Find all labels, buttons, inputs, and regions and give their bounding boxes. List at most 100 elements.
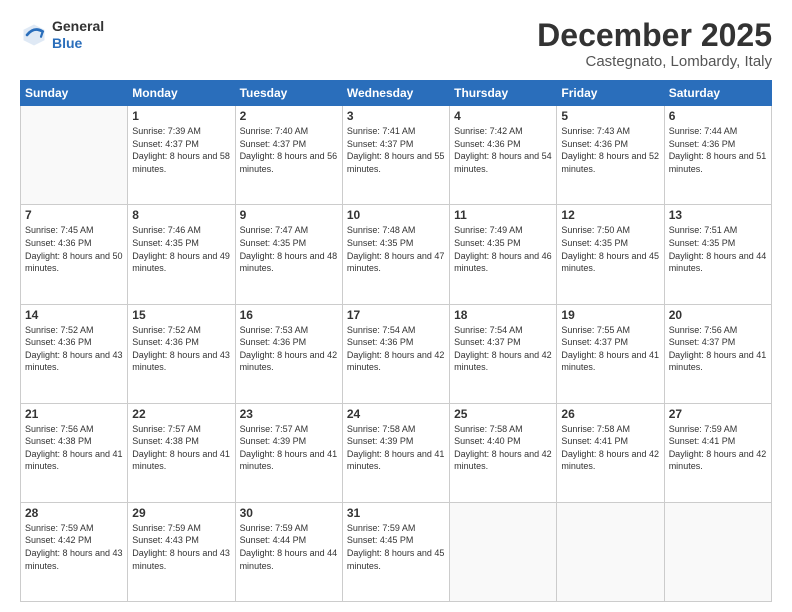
cell-content: Sunrise: 7:59 AMSunset: 4:45 PMDaylight:… — [347, 522, 445, 572]
day-cell: 19 Sunrise: 7:55 AMSunset: 4:37 PMDayligh… — [557, 304, 664, 403]
day-cell — [21, 106, 128, 205]
header-day-wednesday: Wednesday — [342, 81, 449, 106]
day-cell: 14 Sunrise: 7:52 AMSunset: 4:36 PMDayligh… — [21, 304, 128, 403]
day-number: 26 — [561, 407, 659, 421]
day-number: 11 — [454, 208, 552, 222]
cell-content: Sunrise: 7:42 AMSunset: 4:36 PMDaylight:… — [454, 125, 552, 175]
cell-content: Sunrise: 7:39 AMSunset: 4:37 PMDaylight:… — [132, 125, 230, 175]
day-number: 21 — [25, 407, 123, 421]
day-cell — [450, 502, 557, 601]
cell-content: Sunrise: 7:44 AMSunset: 4:36 PMDaylight:… — [669, 125, 767, 175]
day-number: 2 — [240, 109, 338, 123]
day-cell: 28Sunrise: 7:59 AMSunset: 4:42 PMDayligh… — [21, 502, 128, 601]
day-number: 14 — [25, 308, 123, 322]
cell-content: Sunrise: 7:41 AMSunset: 4:37 PMDaylight:… — [347, 125, 445, 175]
month-title: December 2025 — [537, 18, 772, 53]
cell-content: Sunrise: 7:46 AMSunset: 4:35 PMDaylight:… — [132, 224, 230, 274]
day-cell: 24 Sunrise: 7:58 AMSunset: 4:39 PMDayligh… — [342, 403, 449, 502]
cell-content: Sunrise: 7:49 AMSunset: 4:35 PMDaylight:… — [454, 224, 552, 274]
day-cell — [557, 502, 664, 601]
day-number: 3 — [347, 109, 445, 123]
day-number: 4 — [454, 109, 552, 123]
cell-content: Sunrise: 7:51 AMSunset: 4:35 PMDaylight:… — [669, 224, 767, 274]
week-row-1: 7 Sunrise: 7:45 AMSunset: 4:36 PMDaylight… — [21, 205, 772, 304]
header-day-sunday: Sunday — [21, 81, 128, 106]
day-number: 19 — [561, 308, 659, 322]
logo-general: General — [52, 18, 104, 35]
day-cell: 11 Sunrise: 7:49 AMSunset: 4:35 PMDayligh… — [450, 205, 557, 304]
cell-content: Sunrise: 7:55 AMSunset: 4:37 PMDaylight:… — [561, 324, 659, 374]
day-number: 20 — [669, 308, 767, 322]
page: General Blue December 2025 Castegnato, L… — [0, 0, 792, 612]
logo-text: General Blue — [52, 18, 104, 52]
cell-content: Sunrise: 7:43 AMSunset: 4:36 PMDaylight:… — [561, 125, 659, 175]
day-number: 17 — [347, 308, 445, 322]
day-cell: 21 Sunrise: 7:56 AMSunset: 4:38 PMDayligh… — [21, 403, 128, 502]
day-cell: 27Sunrise: 7:59 AMSunset: 4:41 PMDayligh… — [664, 403, 771, 502]
cell-content: Sunrise: 7:47 AMSunset: 4:35 PMDaylight:… — [240, 224, 338, 274]
day-cell: 29 Sunrise: 7:59 AMSunset: 4:43 PMDayligh… — [128, 502, 235, 601]
day-cell: 22 Sunrise: 7:57 AMSunset: 4:38 PMDayligh… — [128, 403, 235, 502]
cell-content: Sunrise: 7:59 AMSunset: 4:44 PMDaylight:… — [240, 522, 338, 572]
day-number: 15 — [132, 308, 230, 322]
cell-content: Sunrise: 7:57 AMSunset: 4:39 PMDaylight:… — [240, 423, 338, 473]
day-number: 24 — [347, 407, 445, 421]
day-cell: 15Sunrise: 7:52 AMSunset: 4:36 PMDayligh… — [128, 304, 235, 403]
cell-content: Sunrise: 7:59 AMSunset: 4:42 PMDaylight:… — [25, 522, 123, 572]
day-cell: 26 Sunrise: 7:58 AMSunset: 4:41 PMDayligh… — [557, 403, 664, 502]
day-cell: 18 Sunrise: 7:54 AMSunset: 4:37 PMDayligh… — [450, 304, 557, 403]
cell-content: Sunrise: 7:57 AMSunset: 4:38 PMDaylight:… — [132, 423, 230, 473]
cell-content: Sunrise: 7:52 AMSunset: 4:36 PMDaylight:… — [25, 324, 123, 374]
cell-content: Sunrise: 7:54 AMSunset: 4:36 PMDaylight:… — [347, 324, 445, 374]
day-number: 7 — [25, 208, 123, 222]
cell-content: Sunrise: 7:54 AMSunset: 4:37 PMDaylight:… — [454, 324, 552, 374]
day-cell: 20 Sunrise: 7:56 AMSunset: 4:37 PMDayligh… — [664, 304, 771, 403]
day-cell: 2Sunrise: 7:40 AMSunset: 4:37 PMDaylight… — [235, 106, 342, 205]
cell-content: Sunrise: 7:56 AMSunset: 4:38 PMDaylight:… — [25, 423, 123, 473]
cell-content: Sunrise: 7:58 AMSunset: 4:41 PMDaylight:… — [561, 423, 659, 473]
header-day-tuesday: Tuesday — [235, 81, 342, 106]
week-row-3: 21 Sunrise: 7:56 AMSunset: 4:38 PMDayligh… — [21, 403, 772, 502]
cell-content: Sunrise: 7:50 AMSunset: 4:35 PMDaylight:… — [561, 224, 659, 274]
day-number: 13 — [669, 208, 767, 222]
cell-content: Sunrise: 7:53 AMSunset: 4:36 PMDaylight:… — [240, 324, 338, 374]
header-day-saturday: Saturday — [664, 81, 771, 106]
title-block: December 2025 Castegnato, Lombardy, Ital… — [537, 18, 772, 70]
day-cell: 6 Sunrise: 7:44 AMSunset: 4:36 PMDaylight… — [664, 106, 771, 205]
cell-content: Sunrise: 7:45 AMSunset: 4:36 PMDaylight:… — [25, 224, 123, 274]
header-day-thursday: Thursday — [450, 81, 557, 106]
cell-content: Sunrise: 7:59 AMSunset: 4:41 PMDaylight:… — [669, 423, 767, 473]
cell-content: Sunrise: 7:56 AMSunset: 4:37 PMDaylight:… — [669, 324, 767, 374]
day-number: 12 — [561, 208, 659, 222]
day-number: 10 — [347, 208, 445, 222]
day-cell: 13 Sunrise: 7:51 AMSunset: 4:35 PMDayligh… — [664, 205, 771, 304]
day-cell: 16 Sunrise: 7:53 AMSunset: 4:36 PMDayligh… — [235, 304, 342, 403]
logo-blue: Blue — [52, 35, 104, 52]
day-number: 6 — [669, 109, 767, 123]
cell-content: Sunrise: 7:58 AMSunset: 4:39 PMDaylight:… — [347, 423, 445, 473]
logo: General Blue — [20, 18, 104, 52]
day-number: 31 — [347, 506, 445, 520]
day-number: 22 — [132, 407, 230, 421]
header-row: SundayMondayTuesdayWednesdayThursdayFrid… — [21, 81, 772, 106]
day-cell: 10 Sunrise: 7:48 AMSunset: 4:35 PMDayligh… — [342, 205, 449, 304]
day-number: 16 — [240, 308, 338, 322]
day-number: 29 — [132, 506, 230, 520]
day-number: 18 — [454, 308, 552, 322]
day-cell: 5Sunrise: 7:43 AMSunset: 4:36 PMDaylight… — [557, 106, 664, 205]
day-cell: 23Sunrise: 7:57 AMSunset: 4:39 PMDayligh… — [235, 403, 342, 502]
day-number: 30 — [240, 506, 338, 520]
header-day-monday: Monday — [128, 81, 235, 106]
day-cell: 1Sunrise: 7:39 AMSunset: 4:37 PMDaylight… — [128, 106, 235, 205]
header: General Blue December 2025 Castegnato, L… — [20, 18, 772, 70]
cell-content: Sunrise: 7:48 AMSunset: 4:35 PMDaylight:… — [347, 224, 445, 274]
day-cell: 7 Sunrise: 7:45 AMSunset: 4:36 PMDaylight… — [21, 205, 128, 304]
cell-content: Sunrise: 7:59 AMSunset: 4:43 PMDaylight:… — [132, 522, 230, 572]
location-title: Castegnato, Lombardy, Italy — [537, 53, 772, 70]
day-cell — [664, 502, 771, 601]
day-number: 8 — [132, 208, 230, 222]
week-row-2: 14 Sunrise: 7:52 AMSunset: 4:36 PMDayligh… — [21, 304, 772, 403]
day-cell: 4 Sunrise: 7:42 AMSunset: 4:36 PMDaylight… — [450, 106, 557, 205]
week-row-0: 1Sunrise: 7:39 AMSunset: 4:37 PMDaylight… — [21, 106, 772, 205]
day-cell: 31 Sunrise: 7:59 AMSunset: 4:45 PMDayligh… — [342, 502, 449, 601]
